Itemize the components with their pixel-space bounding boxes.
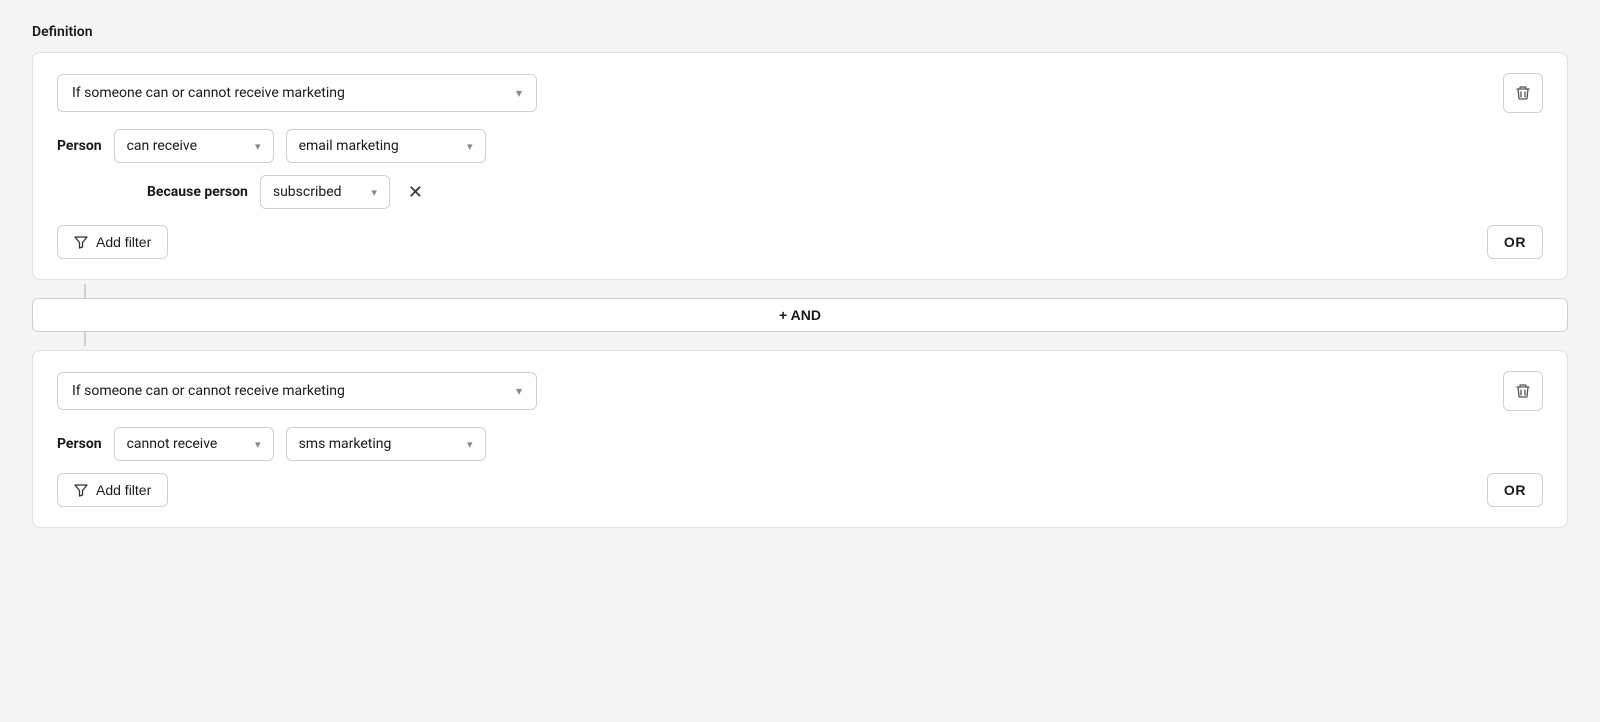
because-value-1: subscribed: [273, 184, 342, 200]
person-label-2: Person: [57, 436, 102, 452]
funnel-icon-1: [74, 235, 88, 249]
receive-value-1: can receive: [127, 138, 197, 154]
connector-line-bottom: [84, 332, 86, 346]
condition-header-2: If someone can or cannot receive marketi…: [57, 371, 1543, 411]
marketing-chevron-2: ▾: [467, 438, 473, 451]
connector-line-top: [84, 284, 86, 298]
marketing-value-2: sms marketing: [299, 436, 392, 452]
actions-row-1: Add filter OR: [57, 225, 1543, 259]
marketing-dropdown-2[interactable]: sms marketing ▾: [286, 427, 486, 461]
add-filter-label-1: Add filter: [96, 234, 151, 250]
and-button[interactable]: + AND: [32, 298, 1568, 332]
condition-type-dropdown-1[interactable]: If someone can or cannot receive marketi…: [57, 74, 537, 112]
definition-section: Definition If someone can or cannot rece…: [32, 24, 1568, 528]
condition-block-1: If someone can or cannot receive marketi…: [32, 52, 1568, 280]
actions-row-2: Add filter OR: [57, 473, 1543, 507]
delete-button-2[interactable]: [1503, 371, 1543, 411]
receive-dropdown-2[interactable]: cannot receive ▾: [114, 427, 274, 461]
condition-type-dropdown-2[interactable]: If someone can or cannot receive marketi…: [57, 372, 537, 410]
person-row-2: Person cannot receive ▾ sms marketing ▾: [57, 427, 1543, 461]
because-row-1: Because person subscribed ▾ ✕: [147, 175, 1543, 209]
add-filter-button-2[interactable]: Add filter: [57, 473, 168, 507]
condition-block-2: If someone can or cannot receive marketi…: [32, 350, 1568, 528]
delete-button-1[interactable]: [1503, 73, 1543, 113]
remove-because-button-1[interactable]: ✕: [402, 181, 429, 203]
person-label-1: Person: [57, 138, 102, 154]
marketing-dropdown-1[interactable]: email marketing ▾: [286, 129, 486, 163]
marketing-chevron-1: ▾: [467, 140, 473, 153]
and-connector-section: + AND: [32, 284, 1568, 346]
condition-type-chevron-2: ▾: [516, 384, 522, 398]
receive-value-2: cannot receive: [127, 436, 218, 452]
receive-chevron-1: ▾: [255, 140, 261, 153]
add-filter-label-2: Add filter: [96, 482, 151, 498]
add-filter-button-1[interactable]: Add filter: [57, 225, 168, 259]
because-chevron-1: ▾: [371, 186, 377, 199]
funnel-icon-2: [74, 483, 88, 497]
condition-type-label-2: If someone can or cannot receive marketi…: [72, 383, 345, 399]
condition-type-chevron-1: ▾: [516, 86, 522, 100]
because-dropdown-1[interactable]: subscribed ▾: [260, 175, 390, 209]
or-button-2[interactable]: OR: [1487, 473, 1543, 507]
or-label-2: OR: [1504, 482, 1526, 498]
or-button-1[interactable]: OR: [1487, 225, 1543, 259]
receive-chevron-2: ▾: [255, 438, 261, 451]
condition-header-1: If someone can or cannot receive marketi…: [57, 73, 1543, 113]
or-label-1: OR: [1504, 234, 1526, 250]
and-label: + AND: [779, 307, 821, 323]
definition-label: Definition: [32, 24, 1568, 40]
trash-icon-2: [1515, 383, 1531, 399]
person-row-1: Person can receive ▾ email marketing ▾: [57, 129, 1543, 163]
filter-icon-2: [74, 483, 88, 497]
filter-icon-1: [74, 235, 88, 249]
trash-icon-1: [1515, 85, 1531, 101]
because-label-1: Because person: [147, 184, 248, 200]
receive-dropdown-1[interactable]: can receive ▾: [114, 129, 274, 163]
condition-type-label-1: If someone can or cannot receive marketi…: [72, 85, 345, 101]
marketing-value-1: email marketing: [299, 138, 399, 154]
